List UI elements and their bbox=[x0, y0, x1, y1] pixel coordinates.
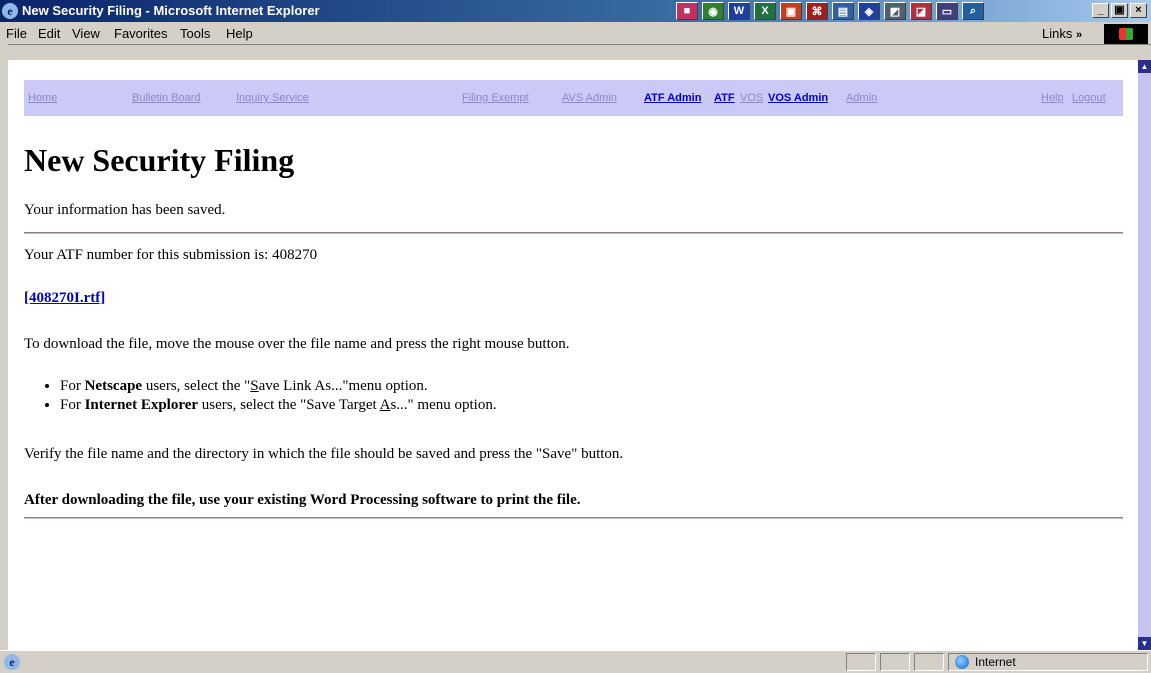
links-toolbar[interactable]: Links » bbox=[1042, 26, 1082, 41]
verify-instructions: Verify the file name and the directory i… bbox=[24, 446, 624, 462]
status-pane bbox=[914, 653, 944, 671]
scroll-down-icon[interactable]: ▼ bbox=[1138, 637, 1151, 650]
app-icon[interactable]: ◩ bbox=[884, 2, 906, 20]
scroll-up-icon[interactable]: ▲ bbox=[1138, 60, 1151, 73]
status-pane bbox=[880, 653, 910, 671]
nav-logout[interactable]: Logout bbox=[1072, 92, 1106, 104]
ie-logo-icon: e bbox=[2, 3, 18, 19]
excel-icon[interactable]: X bbox=[754, 2, 776, 20]
atf-number-label: Your ATF number for this submission is: bbox=[24, 247, 273, 263]
file-download-link[interactable]: [408270I.rtf] bbox=[24, 290, 105, 307]
nav-home[interactable]: Home bbox=[28, 92, 57, 104]
menu-tools[interactable]: Tools bbox=[180, 26, 210, 41]
title-bar: e New Security Filing - Microsoft Intern… bbox=[0, 0, 1151, 22]
powerpoint-icon[interactable]: ▣ bbox=[780, 2, 802, 20]
app-icon[interactable]: ◪ bbox=[910, 2, 932, 20]
nav-bulletin-board[interactable]: Bulletin Board bbox=[132, 92, 201, 104]
frame-border bbox=[0, 44, 8, 650]
window-title: New Security Filing - Microsoft Internet… bbox=[22, 3, 320, 18]
atf-number-line: Your ATF number for this submission is: … bbox=[24, 247, 317, 264]
app-icon[interactable]: ◈ bbox=[858, 2, 880, 20]
zone-label: Internet bbox=[975, 655, 1016, 669]
download-instructions: To download the file, move the mouse ove… bbox=[24, 336, 570, 352]
app-icon[interactable]: ◉ bbox=[702, 2, 724, 20]
maximize-button[interactable]: ▣ bbox=[1111, 3, 1128, 18]
app-icon[interactable]: ■ bbox=[676, 2, 698, 20]
print-instructions: After downloading the file, use your exi… bbox=[24, 492, 581, 508]
page-content: Home Bulletin Board Inquiry Service Fili… bbox=[8, 60, 1138, 650]
page-title: New Security Filing bbox=[24, 142, 295, 178]
menu-edit[interactable]: Edit bbox=[38, 26, 60, 41]
nav-inquiry-service[interactable]: Inquiry Service bbox=[236, 92, 309, 104]
menu-view[interactable]: View bbox=[72, 26, 100, 41]
nav-vos-admin[interactable]: VOS Admin bbox=[768, 92, 828, 104]
menu-favorites[interactable]: Favorites bbox=[114, 26, 167, 41]
site-navbar: Home Bulletin Board Inquiry Service Fili… bbox=[24, 80, 1123, 116]
nav-atf-admin[interactable]: ATF Admin bbox=[644, 92, 701, 104]
search-icon[interactable]: ⌕ bbox=[962, 2, 984, 20]
close-button[interactable]: × bbox=[1130, 3, 1147, 18]
saved-message: Your information has been saved. bbox=[24, 202, 226, 218]
minimize-button[interactable]: _ bbox=[1092, 3, 1109, 18]
nav-vos[interactable]: VOS bbox=[740, 92, 763, 104]
links-label: Links bbox=[1042, 26, 1073, 41]
status-bar: e Internet bbox=[0, 650, 1151, 673]
globe-icon bbox=[955, 655, 969, 669]
instruction-list: For Netscape users, select the "Save Lin… bbox=[38, 378, 497, 416]
list-item: For Netscape users, select the "Save Lin… bbox=[60, 378, 497, 395]
security-zone: Internet bbox=[948, 653, 1148, 671]
word-icon[interactable]: W bbox=[728, 2, 750, 20]
chevron-right-icon: » bbox=[1075, 29, 1083, 41]
atf-number: 408270 bbox=[272, 247, 318, 263]
nav-help[interactable]: Help bbox=[1041, 92, 1064, 104]
nav-avs-admin[interactable]: AVS Admin bbox=[562, 92, 617, 104]
app-icon[interactable]: ▤ bbox=[832, 2, 854, 20]
nav-filing-exempt[interactable]: Filing Exempt bbox=[462, 92, 529, 104]
divider bbox=[24, 232, 1123, 234]
nav-atf[interactable]: ATF bbox=[714, 92, 735, 104]
menu-file[interactable]: File bbox=[6, 26, 27, 41]
status-pane bbox=[846, 653, 876, 671]
page-status-icon: e bbox=[4, 654, 20, 670]
divider bbox=[24, 517, 1123, 519]
app-icon[interactable]: ▭ bbox=[936, 2, 958, 20]
nav-admin[interactable]: Admin bbox=[846, 92, 877, 104]
taskbar-tray: ■ ◉ W X ▣ ⌘ ▤ ◈ ◩ ◪ ▭ ⌕ bbox=[676, 2, 984, 20]
vertical-scrollbar[interactable]: ▲ ▼ bbox=[1138, 60, 1151, 650]
windows-logo-icon bbox=[1104, 24, 1148, 44]
menu-help[interactable]: Help bbox=[226, 26, 253, 41]
acrobat-icon[interactable]: ⌘ bbox=[806, 2, 828, 20]
menu-bar: File Edit View Favorites Tools Help Link… bbox=[0, 22, 1151, 45]
list-item: For Internet Explorer users, select the … bbox=[60, 397, 497, 414]
